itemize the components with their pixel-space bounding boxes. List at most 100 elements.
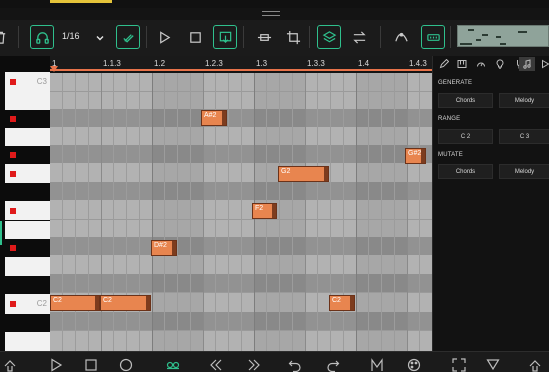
loop-region-button[interactable] xyxy=(421,25,445,49)
range-high-selector[interactable]: C 3 xyxy=(499,129,549,144)
panel-tabs xyxy=(433,56,549,72)
keyboard-scroll-indicator xyxy=(0,221,2,245)
key-label-c3: C3 xyxy=(36,77,47,86)
note-label: F2 xyxy=(255,205,264,212)
note-label: C2 xyxy=(103,297,112,304)
snap-magnet-button[interactable] xyxy=(116,25,140,49)
piano-key-c2[interactable]: C2 xyxy=(5,294,50,314)
lightbulb-icon[interactable] xyxy=(492,57,508,71)
quantize-value[interactable]: 1/16 xyxy=(62,31,80,41)
piano-key-c3[interactable]: C3 xyxy=(5,72,50,92)
piano-icon[interactable] xyxy=(454,57,470,71)
top-strip xyxy=(0,0,549,8)
ruler-label: 1.4 xyxy=(358,59,370,68)
stop-icon[interactable] xyxy=(183,25,207,49)
collapse-down-icon[interactable] xyxy=(485,358,501,372)
key-marker xyxy=(10,79,16,85)
import-button[interactable] xyxy=(213,25,237,49)
trash-icon[interactable] xyxy=(0,25,12,49)
note-label: G#2 xyxy=(408,150,422,157)
piano-key-e2[interactable] xyxy=(5,221,50,239)
piano-key-d2[interactable] xyxy=(5,257,50,276)
loop-icon[interactable] xyxy=(165,358,181,372)
crop-icon[interactable] xyxy=(281,25,305,49)
piano-key-g2[interactable] xyxy=(5,164,50,183)
ruler-label: 1.1.3 xyxy=(103,59,121,68)
ruler-label: 1.3.3 xyxy=(307,59,325,68)
generator-panel: GENERATE Chords Melody RANGE C 2 C 3 MUT… xyxy=(432,56,549,351)
palette-icon[interactable] xyxy=(406,358,422,372)
record-icon[interactable] xyxy=(118,358,134,372)
rewind-icon[interactable] xyxy=(208,358,224,372)
mutate-melody-button[interactable]: Melody xyxy=(499,164,549,179)
piano-key-g-sharp-2[interactable] xyxy=(5,146,50,164)
ruler-label: 1.4.3 xyxy=(409,59,427,68)
key-marker xyxy=(10,170,16,177)
mutate-section-title: MUTATE xyxy=(438,152,463,158)
mixer-m-icon[interactable] xyxy=(369,358,385,372)
range-section-title: RANGE xyxy=(438,116,461,122)
piano-key-b2[interactable] xyxy=(5,92,50,110)
redo-icon[interactable] xyxy=(325,358,341,372)
fast-forward-icon[interactable] xyxy=(246,358,262,372)
generate-section-title: GENERATE xyxy=(438,80,473,86)
piano-key-a-sharp-1[interactable] xyxy=(5,332,50,351)
stop-icon[interactable] xyxy=(83,358,99,372)
key-label-c2: C2 xyxy=(36,299,47,308)
midi-note[interactable]: F2 xyxy=(252,203,277,219)
drag-handle[interactable] xyxy=(262,11,280,16)
top-progress-indicator xyxy=(50,0,112,3)
undo-icon[interactable] xyxy=(287,358,303,372)
note-label: C2 xyxy=(53,297,62,304)
play-icon[interactable] xyxy=(48,358,64,372)
midi-note[interactable]: A#2 xyxy=(201,110,227,126)
up-arrow-icon[interactable] xyxy=(2,358,18,372)
key-marker xyxy=(10,301,16,307)
clip-overview-minimap[interactable] xyxy=(457,25,549,47)
note-label: A#2 xyxy=(204,112,217,119)
align-center-icon[interactable] xyxy=(252,25,276,49)
note-label: C2 xyxy=(332,297,341,304)
midi-note[interactable]: G2 xyxy=(278,166,329,182)
generate-melody-button[interactable]: Melody xyxy=(499,93,549,108)
mutate-chords-button[interactable]: Chords xyxy=(438,164,493,179)
play-icon[interactable] xyxy=(152,25,176,49)
piano-key-a-sharp-2[interactable] xyxy=(5,110,50,128)
piano-keyboard: C3 C2 xyxy=(0,56,50,351)
chevron-down-icon[interactable] xyxy=(95,30,105,41)
layers-button[interactable] xyxy=(317,25,341,49)
ruler-label: 1.3 xyxy=(256,59,268,68)
midi-note[interactable]: G#2 xyxy=(405,148,426,164)
key-marker xyxy=(10,152,16,158)
piano-key-f-sharp-2[interactable] xyxy=(5,183,50,201)
pencil-icon[interactable] xyxy=(436,57,452,71)
note-label: G2 xyxy=(281,168,291,175)
key-marker xyxy=(10,245,16,251)
fullscreen-icon[interactable] xyxy=(451,358,467,372)
midi-note[interactable]: C2 xyxy=(50,295,100,311)
timeline-ruler[interactable]: 1 1.1.3 1.2 1.2.3 1.3 1.3.3 1.4 1.4.3 xyxy=(50,56,432,71)
share-up-icon[interactable] xyxy=(527,358,543,372)
play-triangle-icon[interactable] xyxy=(537,57,549,71)
midi-note[interactable]: C2 xyxy=(100,295,151,311)
gauge-icon[interactable] xyxy=(473,57,489,71)
midi-note[interactable]: C2 xyxy=(329,295,355,311)
piano-key-f2[interactable] xyxy=(5,201,50,220)
key-marker xyxy=(10,207,16,214)
curve-icon[interactable] xyxy=(389,25,413,49)
playhead-marker[interactable] xyxy=(50,66,58,72)
key-marker xyxy=(10,116,16,122)
piano-key-a2[interactable] xyxy=(5,128,50,146)
note-grid[interactable]: A#2 G#2 G2 F2 D#2 C2 C2 C2 xyxy=(50,73,432,351)
swap-arrows-icon[interactable] xyxy=(347,25,371,49)
headphones-button[interactable] xyxy=(30,25,54,49)
range-low-selector[interactable]: C 2 xyxy=(438,129,493,144)
generate-chords-button[interactable]: Chords xyxy=(438,93,493,108)
piano-key-c-sharp-2[interactable] xyxy=(5,276,50,294)
note-label: D#2 xyxy=(154,242,167,249)
piano-key-b1[interactable] xyxy=(5,314,50,332)
midi-note[interactable]: D#2 xyxy=(151,240,177,256)
bottom-toolbar xyxy=(0,351,549,372)
music-note-icon[interactable] xyxy=(519,57,535,71)
piano-key-d-sharp-2[interactable] xyxy=(5,239,50,257)
